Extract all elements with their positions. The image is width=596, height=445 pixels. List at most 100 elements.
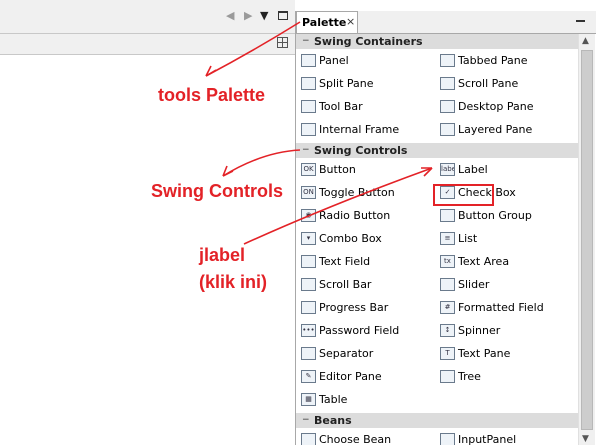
palette-item[interactable]: ◉ Radio Button: [297, 206, 435, 226]
palette-item-label: Panel: [319, 54, 349, 67]
slider-icon: [440, 278, 455, 291]
palette-item[interactable]: Text Field: [297, 252, 435, 272]
palette-item[interactable]: Separator: [297, 344, 435, 364]
label-icon: label: [440, 163, 455, 176]
design-canvas[interactable]: [0, 55, 295, 445]
toggle-button-icon: ON: [301, 186, 316, 199]
list-icon: ≡: [440, 232, 455, 245]
maximize-icon[interactable]: [278, 11, 288, 20]
minimize-icon[interactable]: [576, 20, 585, 22]
category-label: Beans: [314, 414, 352, 427]
editor-pane-icon: ✎: [301, 370, 316, 383]
category-header[interactable]: − Swing Controls: [296, 143, 578, 158]
palette-item[interactable]: Tabbed Pane: [436, 51, 574, 71]
palette-item-label: Editor Pane: [319, 370, 382, 383]
palette-tab[interactable]: Palette ×: [296, 11, 358, 33]
palette-item[interactable]: ≡ List: [436, 229, 574, 249]
panel-icon: [301, 54, 316, 67]
palette-item[interactable]: Internal Frame: [297, 120, 435, 140]
palette-item[interactable]: ▦ Table: [297, 390, 435, 410]
scrollbar[interactable]: ▲ ▼: [578, 34, 595, 445]
palette-item[interactable]: Button Group: [436, 206, 574, 226]
palette-item[interactable]: Tool Bar: [297, 97, 435, 117]
separator-icon: [301, 347, 316, 360]
palette-item-label: Scroll Pane: [458, 77, 519, 90]
palette-item[interactable]: Panel: [297, 51, 435, 71]
close-icon[interactable]: ×: [346, 15, 355, 28]
password-field-icon: •••: [301, 324, 316, 337]
palette-item-label: Tree: [458, 370, 481, 383]
palette-item-label: Tool Bar: [319, 100, 363, 113]
palette-item[interactable]: Split Pane: [297, 74, 435, 94]
nav-right-icon[interactable]: ▶: [244, 10, 252, 21]
palette-item-label: Progress Bar: [319, 301, 389, 314]
annotation-jlabel: jlabel: [199, 245, 246, 265]
palette-item[interactable]: # Formatted Field: [436, 298, 574, 318]
collapse-icon[interactable]: −: [302, 36, 310, 46]
palette-item[interactable]: tx Text Area: [436, 252, 574, 272]
button-icon: OK: [301, 163, 316, 176]
palette-item-label: Text Area: [458, 255, 510, 268]
palette-item[interactable]: ↕ Spinner: [436, 321, 574, 341]
palette-item-label: Spinner: [458, 324, 501, 337]
category-label: Swing Containers: [314, 35, 423, 48]
palette-body: − Swing Containers Panel Tabbed Pane Split P…: [296, 33, 596, 445]
palette-item[interactable]: ON Toggle Button: [297, 183, 435, 203]
scroll-down-icon[interactable]: ▼: [582, 434, 589, 444]
progress-bar-icon: [301, 301, 316, 314]
palette-item-label: Layered Pane: [458, 123, 533, 136]
palette-item[interactable]: OK Button: [297, 160, 435, 180]
palette-item[interactable]: labelLabel: [436, 160, 574, 180]
palette-item-label: Internal Frame: [319, 123, 400, 136]
palette-item[interactable]: Desktop Pane: [436, 97, 574, 117]
nav-left-icon[interactable]: ◀: [226, 10, 234, 21]
label-highlight-box: [433, 184, 494, 206]
desktop-pane-icon: [440, 100, 455, 113]
palette-item[interactable]: Layered Pane: [436, 120, 574, 140]
dropdown-icon[interactable]: ▼: [260, 10, 268, 21]
internal-frame-icon: [301, 123, 316, 136]
palette-title: Palette: [302, 16, 347, 29]
restore-window-icon[interactable]: [277, 37, 288, 48]
editor-toolbar: ◀ ▶ ▼: [0, 0, 295, 33]
combo-box-icon: ▾: [301, 232, 316, 245]
text-field-icon: [301, 255, 316, 268]
palette-item[interactable]: Slider: [436, 275, 574, 295]
palette-item-label: Table: [319, 393, 348, 406]
palette-item[interactable]: ▾ Combo Box: [297, 229, 435, 249]
palette-item[interactable]: Tree: [436, 367, 574, 387]
palette-item[interactable]: Scroll Pane: [436, 74, 574, 94]
palette-item-label: Separator: [319, 347, 374, 360]
input-panel-icon: [440, 433, 455, 445]
formatted-field-icon: #: [440, 301, 455, 314]
category-header[interactable]: − Swing Containers: [296, 34, 578, 49]
palette-item[interactable]: ••• Password Field: [297, 321, 435, 341]
palette-item-label: Text Pane: [458, 347, 511, 360]
palette-item[interactable]: Scroll Bar: [297, 275, 435, 295]
palette-item[interactable]: Progress Bar: [297, 298, 435, 318]
palette-item-label: Formatted Field: [458, 301, 544, 314]
text-area-icon: tx: [440, 255, 455, 268]
scroll-pane-icon: [440, 77, 455, 90]
scroll-thumb[interactable]: [581, 50, 593, 430]
palette-item[interactable]: InputPanel: [436, 430, 574, 445]
palette-item-label: Text Field: [319, 255, 371, 268]
palette-item[interactable]: ✎ Editor Pane: [297, 367, 435, 387]
button-group-icon: [440, 209, 455, 222]
palette-item-label: Split Pane: [319, 77, 374, 90]
palette-item-label: List: [458, 232, 478, 245]
category-header[interactable]: − Beans: [296, 413, 578, 428]
scroll-up-icon[interactable]: ▲: [582, 36, 589, 46]
palette-item[interactable]: T Text Pane: [436, 344, 574, 364]
collapse-icon[interactable]: −: [302, 415, 310, 425]
table-icon: ▦: [301, 393, 316, 406]
radio-button-icon: ◉: [301, 209, 316, 222]
category-label: Swing Controls: [314, 144, 408, 157]
palette-item-label: Choose Bean: [319, 433, 392, 445]
annotation-tools-palette: tools Palette: [158, 85, 266, 105]
scroll-bar-icon: [301, 278, 316, 291]
palette-item-label: Tabbed Pane: [458, 54, 528, 67]
palette-item[interactable]: Choose Bean: [297, 430, 435, 445]
collapse-icon[interactable]: −: [302, 145, 310, 155]
palette-item-label: Toggle Button: [319, 186, 395, 199]
